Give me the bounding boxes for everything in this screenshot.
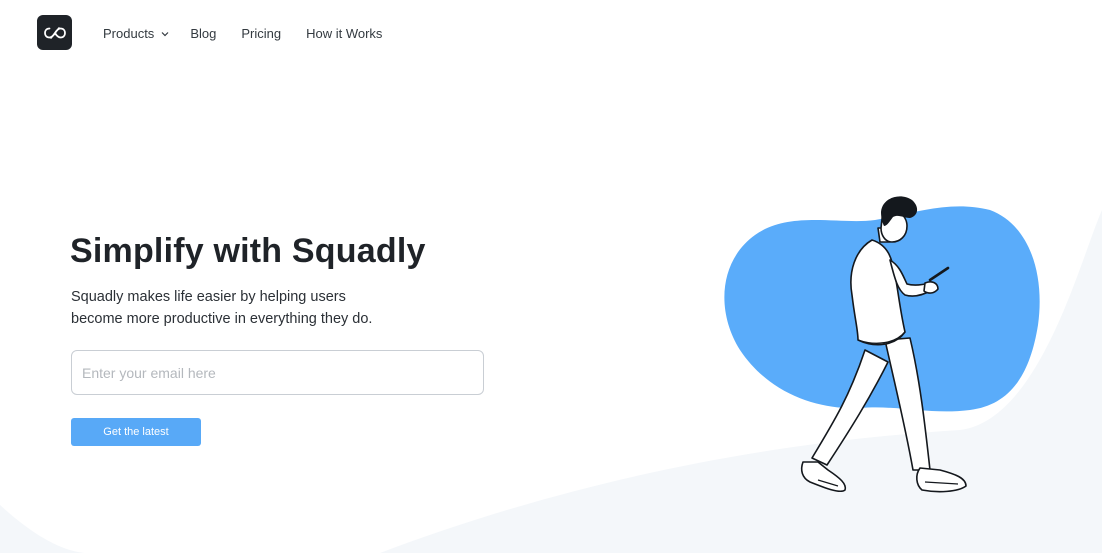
- nav-how-it-works-label: How it Works: [306, 25, 383, 41]
- landing-page: Products Blog Pricing How it Works Simpl…: [0, 0, 1102, 553]
- hero-subtitle-line-1: Squadly makes life easier by helping use…: [71, 289, 346, 305]
- get-the-latest-button[interactable]: Get the latest: [71, 418, 201, 446]
- nav-products-label: Products: [103, 25, 155, 41]
- hero-subtitle-line-2: become more productive in everything the…: [71, 311, 373, 327]
- logo[interactable]: [37, 15, 72, 50]
- email-input[interactable]: [71, 350, 484, 395]
- main-nav: Products Blog Pricing How it Works: [103, 25, 382, 41]
- nav-blog[interactable]: Blog: [190, 25, 216, 41]
- nav-products[interactable]: Products: [103, 25, 169, 41]
- nav-blog-label: Blog: [190, 25, 217, 41]
- chevron-down-icon: [161, 32, 169, 37]
- hero-title: Simplify with Squadly: [70, 232, 426, 270]
- nav-how-it-works[interactable]: How it Works: [306, 25, 382, 41]
- walking-person-phone-icon: [724, 196, 1040, 493]
- infinity-link-icon: [43, 26, 66, 39]
- nav-pricing[interactable]: Pricing: [241, 25, 281, 41]
- nav-pricing-label: Pricing: [241, 25, 282, 41]
- hero-subtitle: Squadly makes life easier by helping use…: [71, 286, 431, 330]
